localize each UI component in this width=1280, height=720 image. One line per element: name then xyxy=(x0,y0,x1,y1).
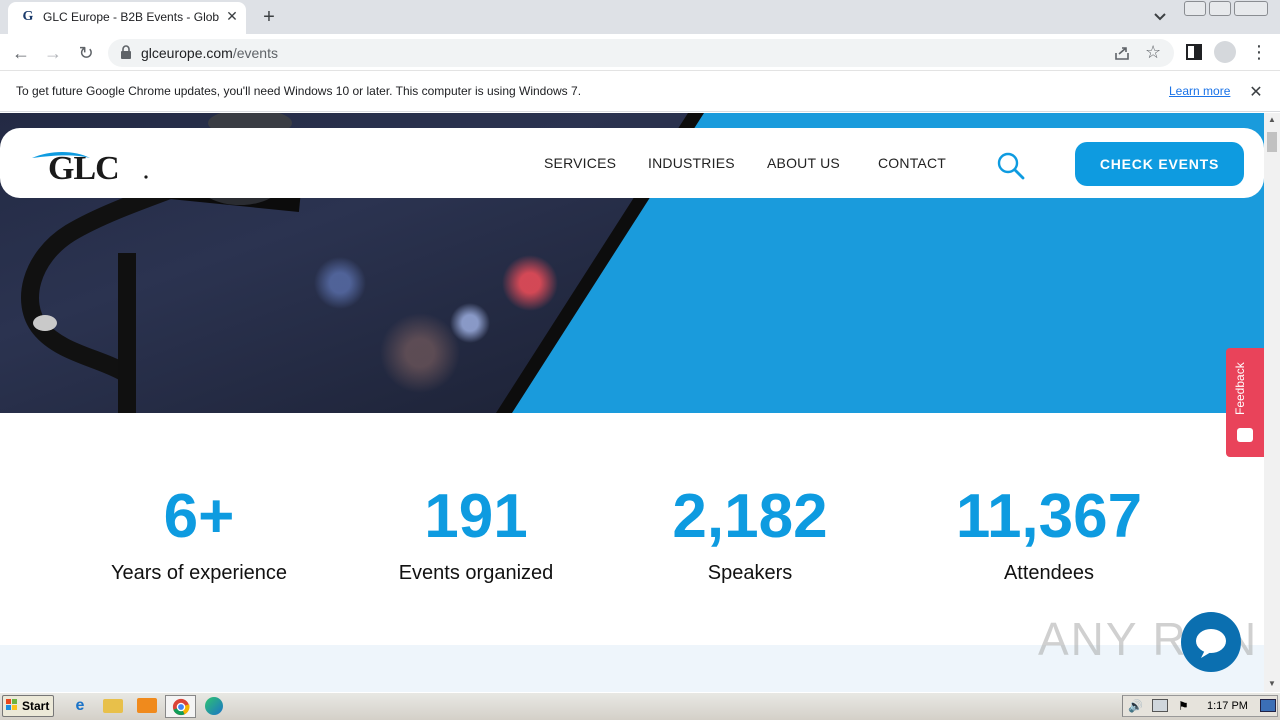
stat-label-events: Events organized xyxy=(398,562,554,584)
learn-more-link[interactable]: Learn more xyxy=(1169,84,1230,98)
chrome-taskbar-button[interactable] xyxy=(165,695,196,718)
new-tab-button[interactable]: + xyxy=(258,6,280,28)
chat-icon xyxy=(1196,629,1226,658)
feedback-smile-icon xyxy=(1237,428,1253,442)
url-text[interactable]: glceurope.com/events xyxy=(141,45,278,61)
infobar-message: To get future Google Chrome updates, you… xyxy=(16,84,582,98)
scroll-down-arrow-icon[interactable]: ▼ xyxy=(1264,677,1280,691)
menu-kebab-icon[interactable]: ⋮ xyxy=(1250,42,1268,63)
taskbar-clock[interactable]: 1:17 PM xyxy=(1207,700,1248,712)
page-scrollbar[interactable] xyxy=(1264,113,1280,692)
nav-about-us[interactable]: ABOUT US xyxy=(767,155,840,171)
tab-close-icon[interactable]: ✕ xyxy=(224,8,240,24)
scroll-up-arrow-icon[interactable]: ▲ xyxy=(1264,113,1280,127)
media-player-icon[interactable] xyxy=(137,698,157,713)
profile-avatar[interactable] xyxy=(1214,41,1236,63)
stat-label-attendees: Attendees xyxy=(1003,562,1095,584)
back-arrow-icon[interactable]: ← xyxy=(10,42,32,64)
stat-value-attendees: 11,367 xyxy=(955,482,1143,551)
search-icon[interactable] xyxy=(996,151,1026,181)
file-explorer-icon[interactable] xyxy=(103,699,123,713)
site-header: GLC SERVICES INDUSTRIES ABOUT US CONTACT… xyxy=(0,128,1264,198)
stat-value-years: 6+ xyxy=(163,482,235,551)
side-panel-icon[interactable] xyxy=(1186,44,1202,60)
share-icon[interactable] xyxy=(1113,44,1131,62)
action-center-flag-icon[interactable]: ⚑ xyxy=(1178,699,1189,713)
forward-arrow-icon[interactable]: → xyxy=(42,42,64,64)
infobar-close-icon[interactable]: ✕ xyxy=(1248,82,1264,101)
volume-icon[interactable]: 🔊 xyxy=(1128,699,1143,713)
bookmark-star-icon[interactable]: ☆ xyxy=(1145,42,1161,63)
svg-text:GLC: GLC xyxy=(48,150,119,187)
tab-title: GLC Europe - B2B Events - Global Le xyxy=(43,10,219,24)
nav-industries[interactable]: INDUSTRIES xyxy=(648,155,735,171)
feedback-label: Feedback xyxy=(1233,362,1247,415)
scroll-thumb[interactable] xyxy=(1267,132,1277,152)
minimize-window-button[interactable] xyxy=(1184,1,1206,16)
tab-search-chevron-icon[interactable] xyxy=(1150,8,1170,26)
restore-window-button[interactable] xyxy=(1209,1,1231,16)
windows-flag-icon xyxy=(6,699,17,710)
stat-value-speakers: 2,182 xyxy=(672,482,828,551)
chat-bubble-button[interactable] xyxy=(1181,612,1241,672)
url-host: glceurope.com xyxy=(141,45,233,61)
page-viewport: GLC SERVICES INDUSTRIES ABOUT US CONTACT… xyxy=(0,113,1264,692)
stat-label-years: Years of experience xyxy=(110,562,288,584)
network-icon[interactable] xyxy=(1152,699,1168,712)
system-tray xyxy=(1122,695,1278,717)
lock-icon[interactable] xyxy=(120,45,132,59)
chrome-icon xyxy=(172,698,190,716)
glc-favicon-icon: G xyxy=(22,9,34,24)
check-events-button[interactable]: CHECK EVENTS xyxy=(1075,142,1244,186)
stat-label-speakers: Speakers xyxy=(707,562,793,584)
nav-services[interactable]: SERVICES xyxy=(544,155,616,171)
show-desktop-button[interactable] xyxy=(1260,699,1276,712)
close-window-button[interactable] xyxy=(1234,1,1268,16)
reload-icon[interactable]: ↻ xyxy=(75,42,97,64)
edge-icon[interactable] xyxy=(205,697,223,715)
url-path: /events xyxy=(232,45,278,61)
stat-value-events: 191 xyxy=(424,482,528,551)
nav-contact[interactable]: CONTACT xyxy=(878,155,946,171)
internet-explorer-icon[interactable]: e xyxy=(70,697,90,715)
glc-logo[interactable]: GLC xyxy=(30,144,154,190)
